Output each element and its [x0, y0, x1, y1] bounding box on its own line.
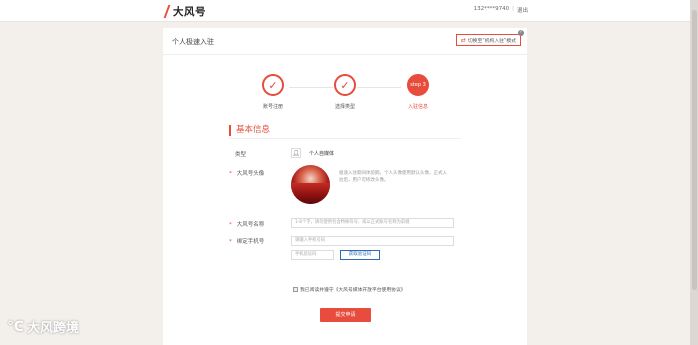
page-scrollbar[interactable]	[690, 0, 698, 345]
top-bar: 大风号 132****9740 | 退出	[0, 0, 698, 22]
switch-mode-button[interactable]: ⇄ 切换至“机构入驻”模式	[455, 34, 521, 46]
step-label: 账号注册	[262, 104, 283, 110]
agreement-row[interactable]: 我已阅读并遵守《大风号媒体开放平台使用协议》	[293, 286, 406, 293]
step-select-type: ✓ 选择类型	[315, 74, 375, 110]
swap-icon: ⇄	[460, 36, 466, 44]
watermark: ℃ 大风跨境	[7, 317, 79, 337]
step-progress: ✓ 账号注册 ✓ 选择类型 step 3 入驻信息	[163, 74, 527, 114]
watermark-logo-icon: ℃	[7, 318, 24, 335]
scrollbar-thumb[interactable]	[692, 10, 697, 290]
name-label: * 大风号名称	[229, 222, 265, 228]
avatar[interactable]	[291, 165, 330, 204]
person-icon: 👤︎	[291, 148, 301, 158]
logo-icon	[163, 5, 171, 18]
type-value: 个人自媒体	[309, 151, 335, 157]
help-icon[interactable]: ?	[518, 30, 524, 36]
user-area: 132****9740 | 退出	[474, 6, 528, 14]
step-label: 入驻信息	[407, 104, 428, 110]
divider	[229, 138, 461, 139]
submit-button[interactable]: 提交申请	[320, 308, 371, 322]
switch-mode-label: 切换至“机构入驻”模式	[467, 38, 516, 44]
check-icon: ✓	[334, 74, 356, 96]
verification-code-input[interactable]: 手机验证码	[291, 250, 334, 260]
section-title: 基本信息	[229, 125, 270, 136]
brand-logo[interactable]: 大风号	[163, 4, 206, 18]
step-label: 选择类型	[334, 104, 355, 110]
step-entry-info: step 3 入驻信息	[388, 74, 448, 110]
type-label: 类型	[235, 152, 247, 158]
user-phone: 132****9740	[473, 6, 510, 12]
agreement-checkbox[interactable]	[293, 287, 298, 292]
required-mark: *	[229, 222, 232, 228]
step-account-register: ✓ 账号注册	[243, 74, 303, 110]
check-icon: ✓	[262, 74, 284, 96]
logo-text: 大风号	[173, 5, 206, 18]
watermark-text: 大风跨境	[26, 321, 79, 336]
separator: |	[512, 6, 514, 12]
step-3-indicator: step 3	[407, 74, 429, 96]
phone-label: * 绑定手机号	[229, 239, 265, 245]
page-title: 个人极速入驻	[172, 38, 214, 46]
avatar-tip: 极速入驻期间体验期，个人头像使用默认头像，正式入驻后，用户可修改头像。	[339, 171, 447, 183]
get-code-button[interactable]: 获取验证码	[340, 250, 380, 260]
required-mark: *	[229, 239, 232, 245]
phone-input[interactable]: 请输入手机号码	[291, 236, 454, 246]
panel-header: 个人极速入驻 ⇄ 切换至“机构入驻”模式 ?	[163, 28, 527, 55]
onboarding-panel: 个人极速入驻 ⇄ 切换至“机构入驻”模式 ? ✓ 账号注册 ✓ 选择类型 ste…	[163, 28, 527, 345]
agreement-text[interactable]: 我已阅读并遵守《大风号媒体开放平台使用协议》	[300, 286, 406, 293]
avatar-label: * 大风号头像	[229, 171, 265, 177]
logout-link[interactable]: 退出	[517, 6, 528, 14]
required-mark: *	[229, 171, 232, 177]
account-name-input[interactable]: 1-8个字，请勿使用包含特殊符号、或以正式账号名称为前缀	[291, 218, 454, 228]
